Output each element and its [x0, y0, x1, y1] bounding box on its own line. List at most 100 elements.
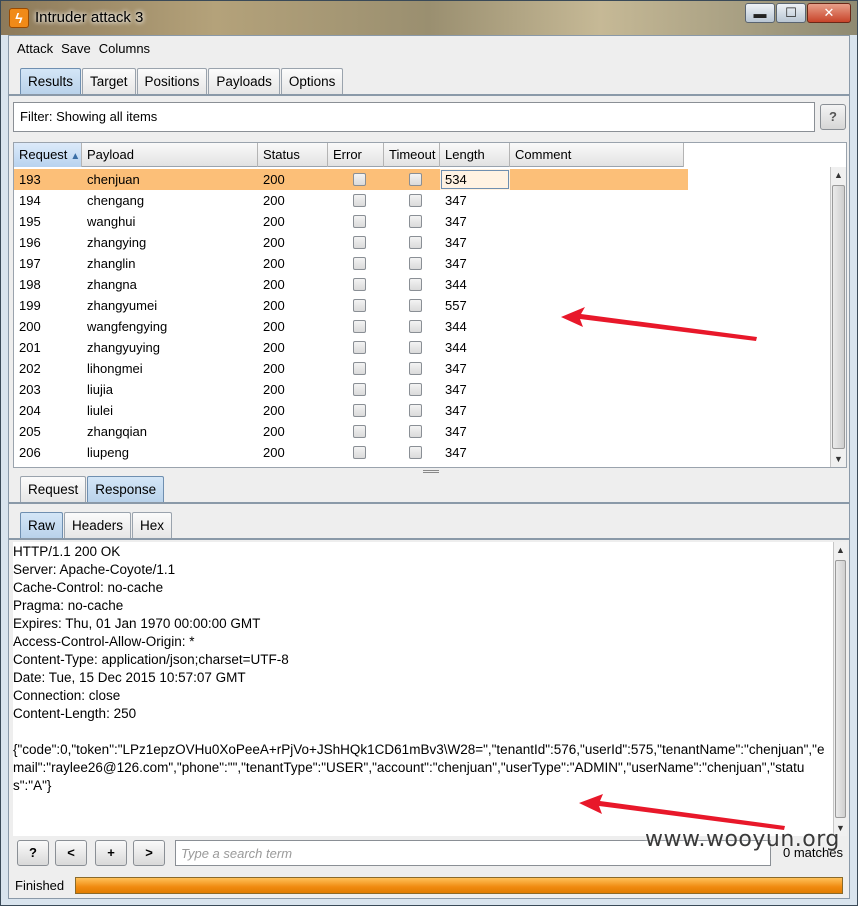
col-payload[interactable]: Payload	[82, 143, 258, 167]
tab-hex[interactable]: Hex	[132, 512, 173, 538]
tab-request[interactable]: Request	[20, 476, 87, 502]
tab-raw[interactable]: Raw	[20, 512, 64, 538]
col-error[interactable]: Error	[328, 143, 384, 167]
pane-splitter[interactable]	[423, 470, 439, 473]
search-add-button[interactable]: +	[95, 840, 127, 866]
cell-length: 347	[445, 256, 467, 271]
cell-timeout	[384, 379, 440, 400]
cell-length: 347	[445, 424, 467, 439]
col-comment[interactable]: Comment	[510, 143, 684, 167]
scroll-down-icon[interactable]: ▼	[831, 451, 846, 467]
timeout-checkbox[interactable]	[409, 341, 422, 354]
close-button[interactable]: ✕	[807, 3, 851, 23]
tab-response[interactable]: Response	[87, 476, 165, 502]
table-row[interactable]: 196 zhangying 200 347	[14, 232, 688, 253]
window-client: Attack Save Columns Results Target Posit…	[8, 35, 850, 899]
scroll-thumb[interactable]	[832, 185, 845, 449]
table-row[interactable]: 197 zhanglin 200 347	[14, 253, 688, 274]
cell-length: 344	[445, 340, 467, 355]
cell-payload: wanghui	[87, 214, 136, 229]
error-checkbox[interactable]	[353, 236, 366, 249]
cell-request: 200	[19, 319, 41, 334]
response-header-line: Expires: Thu, 01 Jan 1970 00:00:00 GMT	[13, 616, 261, 631]
cell-request: 198	[19, 277, 41, 292]
tab-results[interactable]: Results	[20, 68, 82, 94]
error-checkbox[interactable]	[353, 257, 366, 270]
cell-status: 200	[263, 382, 285, 397]
tab-positions[interactable]: Positions	[136, 68, 208, 94]
search-help-button[interactable]: ?	[17, 840, 49, 866]
table-row[interactable]: 202 lihongmei 200 347	[14, 358, 688, 379]
menu-save[interactable]: Save	[57, 41, 95, 56]
timeout-checkbox[interactable]	[409, 257, 422, 270]
timeout-checkbox[interactable]	[409, 383, 422, 396]
timeout-checkbox[interactable]	[409, 215, 422, 228]
timeout-checkbox[interactable]	[409, 320, 422, 333]
tab-target[interactable]: Target	[82, 68, 136, 94]
error-checkbox[interactable]	[353, 446, 366, 459]
cell-status: 200	[263, 340, 285, 355]
response-scrollbar[interactable]: ▲ ▼	[833, 542, 847, 836]
menu-columns[interactable]: Columns	[95, 41, 154, 56]
col-request[interactable]: Request ▲	[14, 143, 82, 167]
error-checkbox[interactable]	[353, 383, 366, 396]
tab-payloads[interactable]: Payloads	[208, 68, 280, 94]
cell-request: 204	[19, 403, 41, 418]
title-bar[interactable]: ϟ Intruder attack 3 ▬ ☐ ✕	[1, 1, 857, 35]
error-checkbox[interactable]	[353, 320, 366, 333]
tab-headers[interactable]: Headers	[64, 512, 132, 538]
error-checkbox[interactable]	[353, 173, 366, 186]
cell-timeout	[384, 253, 440, 274]
cell-error	[328, 358, 384, 379]
search-next-button[interactable]: >	[133, 840, 165, 866]
cell-comment	[510, 253, 684, 274]
cell-request: 201	[19, 340, 41, 355]
table-row[interactable]: 206 liupeng 200 347	[14, 442, 688, 463]
table-row[interactable]: 194 chengang 200 347	[14, 190, 688, 211]
table-row[interactable]: 205 zhangqian 200 347	[14, 421, 688, 442]
col-status[interactable]: Status	[258, 143, 328, 167]
timeout-checkbox[interactable]	[409, 362, 422, 375]
timeout-checkbox[interactable]	[409, 173, 422, 186]
search-prev-button[interactable]: <	[55, 840, 87, 866]
error-checkbox[interactable]	[353, 341, 366, 354]
cell-status: 200	[263, 256, 285, 271]
tab-options[interactable]: Options	[280, 68, 344, 94]
error-checkbox[interactable]	[353, 362, 366, 375]
table-row[interactable]: 195 wanghui 200 347	[14, 211, 688, 232]
timeout-checkbox[interactable]	[409, 404, 422, 417]
timeout-checkbox[interactable]	[409, 236, 422, 249]
response-scroll-up-icon[interactable]: ▲	[834, 542, 847, 558]
minimize-button[interactable]: ▬	[745, 3, 775, 23]
error-checkbox[interactable]	[353, 425, 366, 438]
maximize-button[interactable]: ☐	[776, 3, 806, 23]
timeout-checkbox[interactable]	[409, 278, 422, 291]
filter-help-button[interactable]: ?	[820, 104, 846, 130]
table-row[interactable]: 193 chenjuan 200 534	[14, 169, 688, 190]
table-row[interactable]: 204 liulei 200 347	[14, 400, 688, 421]
menu-attack[interactable]: Attack	[13, 41, 57, 56]
cell-status: 200	[263, 298, 285, 313]
table-row[interactable]: 203 liujia 200 347	[14, 379, 688, 400]
annotation-arrow-icon	[561, 307, 757, 341]
response-header-line: Date: Tue, 15 Dec 2015 10:57:07 GMT	[13, 670, 246, 685]
timeout-checkbox[interactable]	[409, 446, 422, 459]
col-timeout[interactable]: Timeout	[384, 143, 440, 167]
error-checkbox[interactable]	[353, 299, 366, 312]
filter-bar[interactable]: Filter: Showing all items	[13, 102, 815, 132]
response-scroll-thumb[interactable]	[835, 560, 846, 818]
timeout-checkbox[interactable]	[409, 194, 422, 207]
cell-status: 200	[263, 361, 285, 376]
timeout-checkbox[interactable]	[409, 299, 422, 312]
col-length[interactable]: Length	[440, 143, 510, 167]
scroll-up-icon[interactable]: ▲	[831, 167, 846, 183]
timeout-checkbox[interactable]	[409, 425, 422, 438]
table-row[interactable]: 198 zhangna 200 344	[14, 274, 688, 295]
table-scrollbar[interactable]: ▲ ▼	[830, 167, 846, 467]
cell-error	[328, 190, 384, 211]
cell-comment	[510, 190, 684, 211]
error-checkbox[interactable]	[353, 404, 366, 417]
error-checkbox[interactable]	[353, 194, 366, 207]
error-checkbox[interactable]	[353, 215, 366, 228]
error-checkbox[interactable]	[353, 278, 366, 291]
